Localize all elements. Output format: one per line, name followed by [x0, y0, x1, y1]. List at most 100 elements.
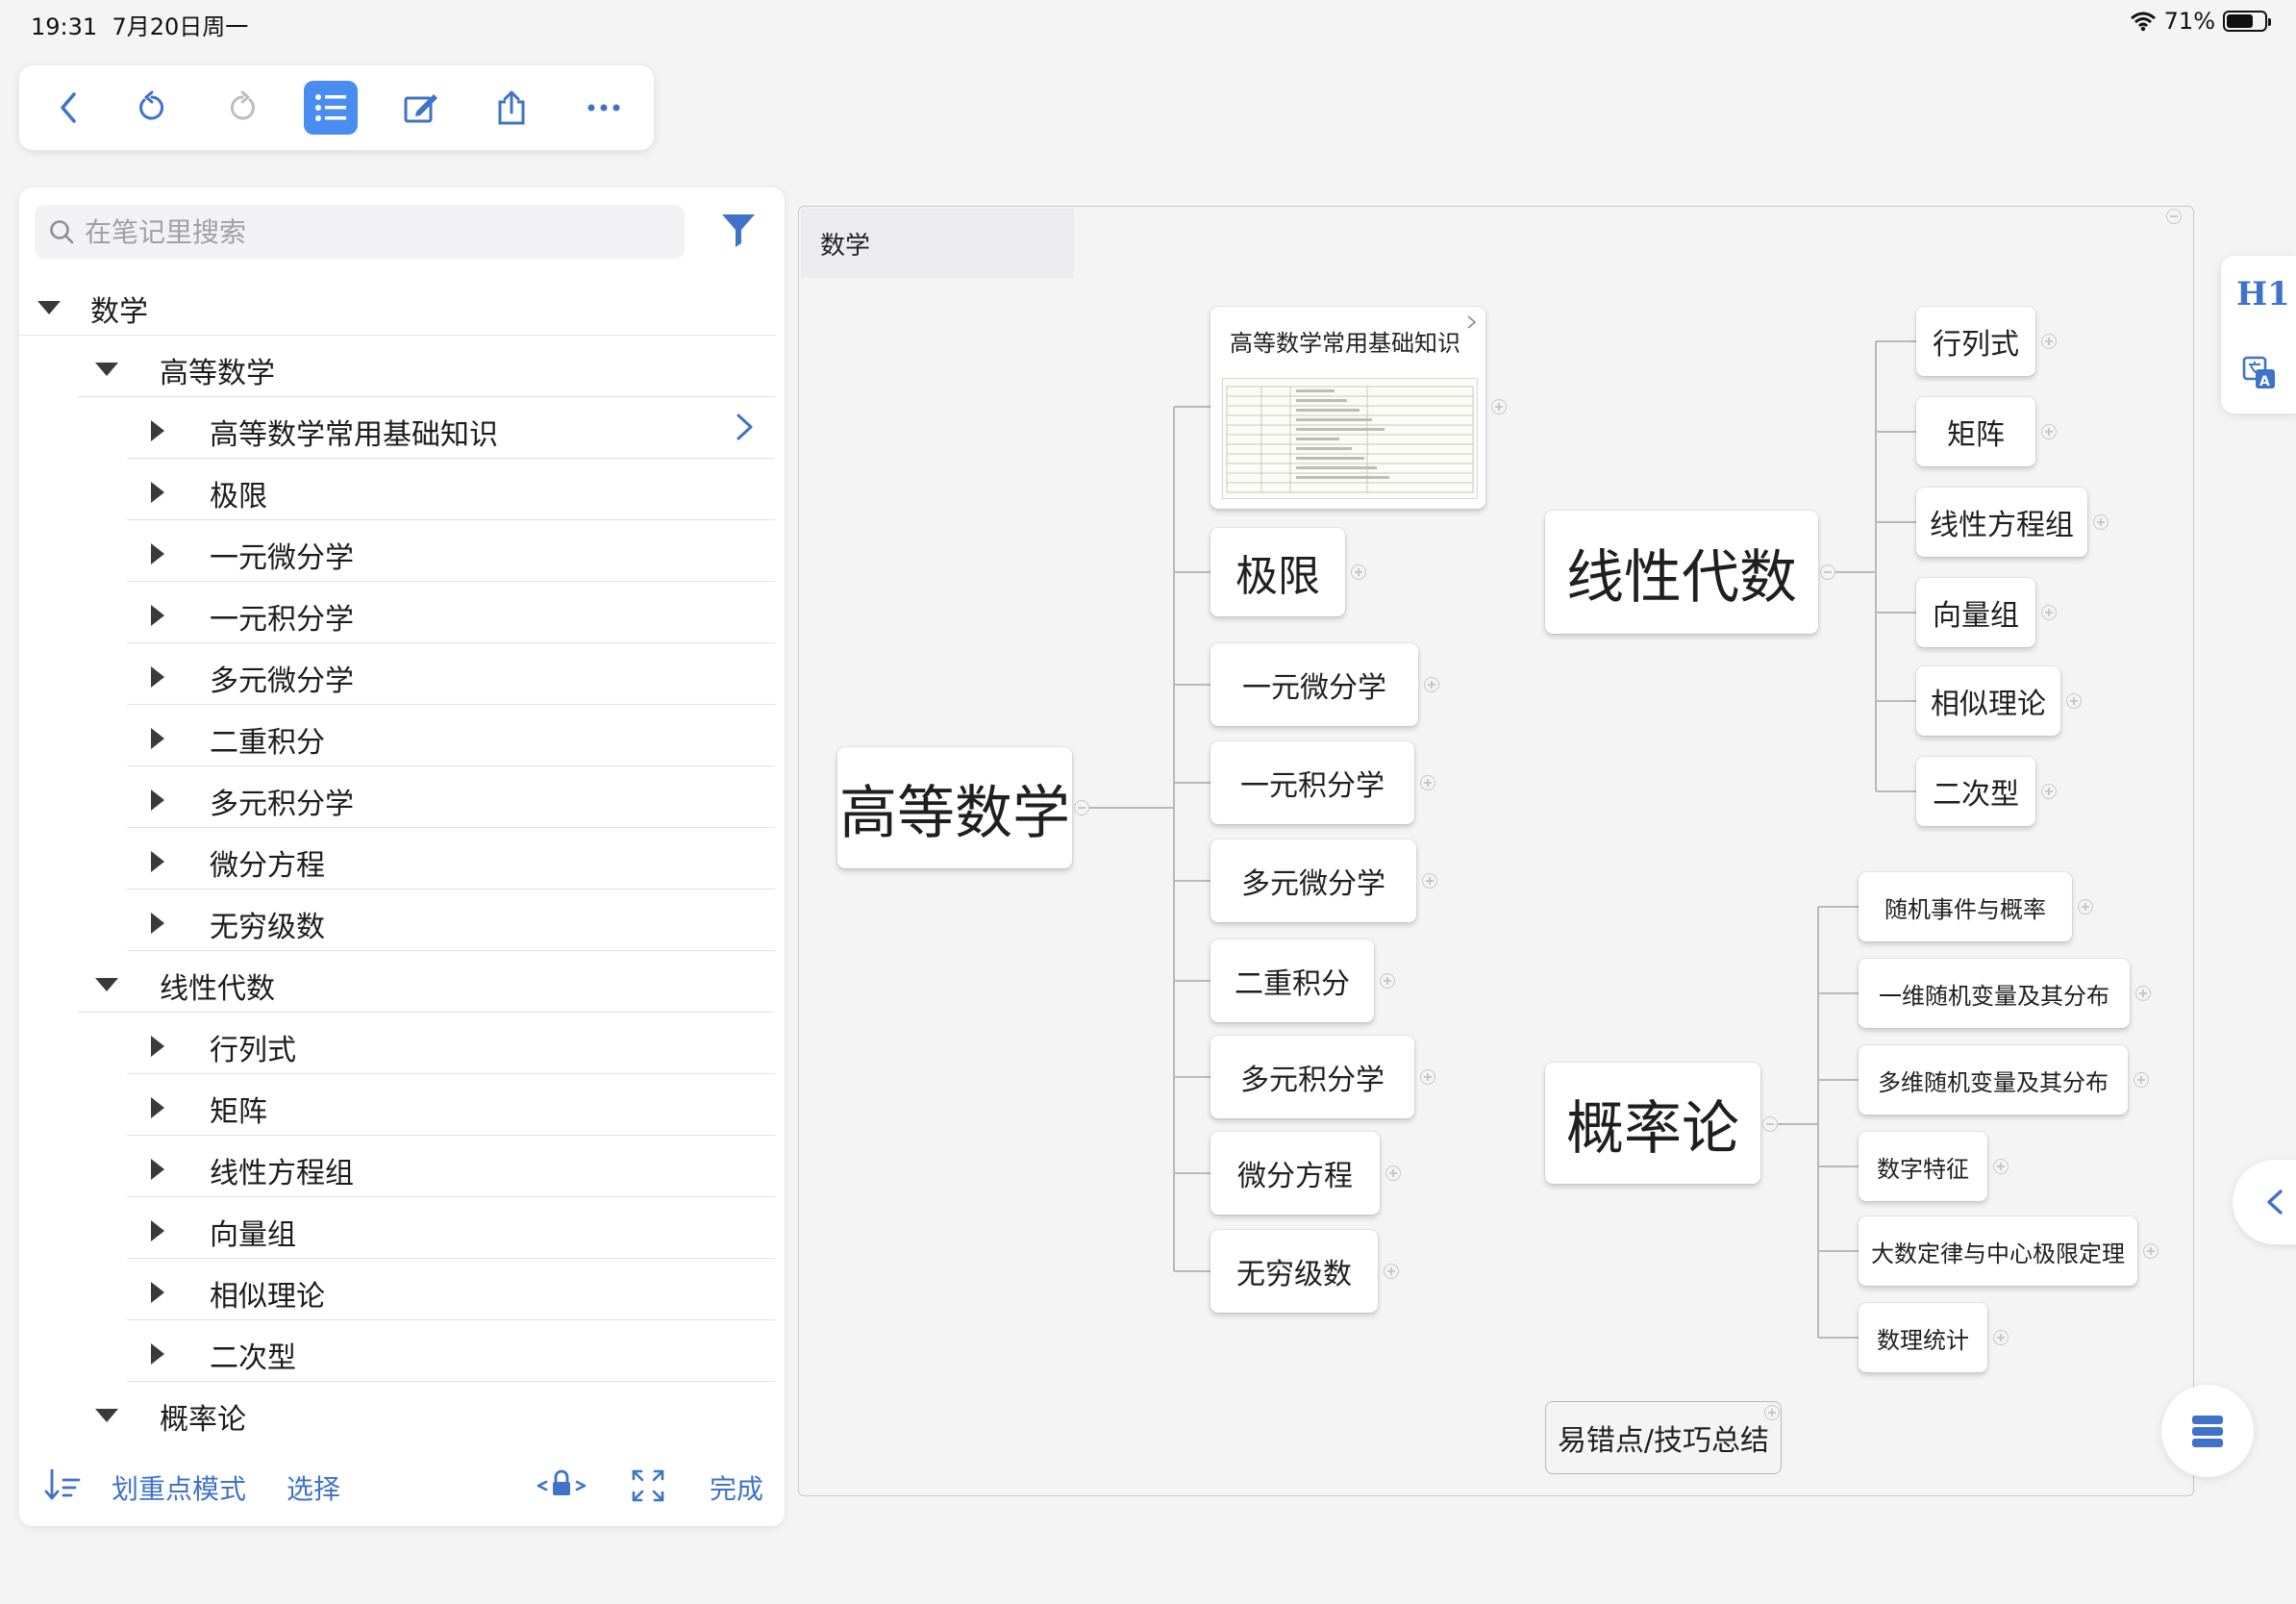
expand-plus-icon[interactable] — [1424, 677, 1439, 692]
expand-plus-icon[interactable] — [1385, 1165, 1401, 1181]
tree-row[interactable]: 多元微分学 — [127, 643, 775, 705]
storage-button[interactable] — [2161, 1385, 2254, 1477]
expand-plus-icon[interactable] — [1384, 1264, 1399, 1279]
more-button[interactable] — [577, 81, 631, 135]
mindmap-node-gaoshu-child[interactable]: 多元微分学 — [1210, 840, 1416, 922]
mindmap-node-gailv-child[interactable]: 随机事件与概率 — [1859, 872, 2072, 941]
tree-row[interactable]: 微分方程 — [127, 828, 775, 890]
mindmap-node-xiandai-child[interactable]: 矩阵 — [1916, 397, 2035, 466]
mindmap-node-xiandai-child[interactable]: 向量组 — [1916, 578, 2035, 647]
expand-plus-icon[interactable] — [2143, 1243, 2159, 1259]
tree-row[interactable]: 无穷级数 — [127, 890, 775, 951]
triangle-right-icon[interactable] — [144, 1220, 169, 1241]
triangle-right-icon[interactable] — [144, 728, 169, 749]
tree-row[interactable]: 一元微分学 — [127, 520, 775, 582]
tree-row[interactable]: 概率论 — [77, 1382, 775, 1443]
mindmap-node-gailv-child[interactable]: 数理统计 — [1859, 1303, 1987, 1372]
triangle-right-icon[interactable] — [144, 543, 169, 564]
tree-row[interactable]: 二重积分 — [127, 705, 775, 766]
tree-row[interactable]: 二次型 — [127, 1320, 775, 1382]
triangle-right-icon[interactable] — [144, 789, 169, 811]
triangle-right-icon[interactable] — [144, 1159, 169, 1180]
expand-plus-icon[interactable] — [1380, 973, 1395, 989]
triangle-right-icon[interactable] — [144, 605, 169, 626]
search-box[interactable] — [35, 205, 685, 259]
triangle-down-icon[interactable] — [94, 974, 119, 995]
expand-plus-icon[interactable] — [1993, 1330, 2009, 1345]
select-button[interactable]: 选择 — [287, 1468, 340, 1507]
highlight-mode-button[interactable]: 划重点模式 — [112, 1468, 246, 1507]
tree-row[interactable]: 一元积分学 — [127, 582, 775, 643]
mindmap-canvas[interactable]: 数学 高等数学 高等数学常用基础知识 极限 一元微分学 一元积分学 多元微分学 二重积分 多元… — [798, 206, 2194, 1496]
mindmap-node-gaoshu-child[interactable]: 多元积分学 — [1210, 1036, 1414, 1118]
tree-row[interactable]: 高等数学 — [77, 336, 775, 397]
mindmap-node-gailv-child[interactable]: 大数定律与中心极限定理 — [1859, 1216, 2137, 1286]
triangle-right-icon[interactable] — [144, 420, 169, 441]
mindmap-node-gaoshu-child[interactable]: 无穷级数 — [1210, 1230, 1378, 1313]
expand-plus-icon[interactable] — [2041, 334, 2057, 349]
collapse-minus-icon[interactable] — [1762, 1116, 1778, 1132]
collapse-minus-icon[interactable] — [1820, 564, 1835, 580]
search-input[interactable] — [83, 214, 663, 249]
mindmap-node-gailv-child[interactable]: 多维随机变量及其分布 — [1859, 1045, 2128, 1115]
expand-plus-icon[interactable] — [2078, 899, 2093, 915]
triangle-down-icon[interactable] — [37, 297, 62, 318]
triangle-right-icon[interactable] — [144, 851, 169, 872]
tree-row[interactable]: 行列式 — [127, 1013, 775, 1074]
expand-plus-icon[interactable] — [1764, 1405, 1780, 1420]
chevron-right-icon[interactable] — [735, 413, 756, 441]
mindmap-node-xiandai-child[interactable]: 相似理论 — [1916, 666, 2060, 736]
mindmap-node-xiandai-child[interactable]: 二次型 — [1916, 757, 2035, 826]
triangle-right-icon[interactable] — [144, 1097, 169, 1118]
tree-row[interactable]: 相似理论 — [127, 1259, 775, 1320]
expand-plus-icon[interactable] — [1422, 873, 1437, 889]
expand-plus-icon[interactable] — [1420, 775, 1435, 790]
expand-plus-icon[interactable] — [1420, 1069, 1435, 1085]
collapse-right-button[interactable] — [2233, 1160, 2296, 1244]
fullscreen-icon[interactable] — [631, 1468, 665, 1503]
triangle-right-icon[interactable] — [144, 482, 169, 503]
outline-button[interactable] — [304, 81, 358, 135]
undo-button[interactable] — [125, 81, 179, 135]
mindmap-root-gailv[interactable]: 概率论 — [1545, 1063, 1760, 1184]
expand-plus-icon[interactable] — [2093, 514, 2109, 530]
back-button[interactable] — [42, 81, 96, 135]
mindmap-node-gaoshu-child[interactable]: 一元微分学 — [1210, 643, 1418, 726]
tree-row[interactable]: 极限 — [127, 459, 775, 520]
mindmap-node-gaoshu-child[interactable]: 微分方程 — [1210, 1132, 1380, 1215]
filter-button[interactable] — [719, 211, 760, 251]
expand-plus-icon[interactable] — [2041, 424, 2057, 439]
triangle-right-icon[interactable] — [144, 666, 169, 688]
expand-plus-icon[interactable] — [1491, 399, 1507, 414]
tree-row[interactable]: 线性方程组 — [127, 1136, 775, 1197]
expand-plus-icon[interactable] — [2134, 1072, 2149, 1088]
sort-icon[interactable] — [44, 1466, 81, 1503]
mindmap-node-gaoshu-child[interactable]: 极限 — [1210, 528, 1345, 616]
triangle-right-icon[interactable] — [144, 1282, 169, 1303]
expand-plus-icon[interactable] — [1351, 564, 1366, 580]
triangle-right-icon[interactable] — [144, 1036, 169, 1057]
mindmap-root-gaoshu[interactable]: 高等数学 — [837, 747, 1072, 868]
tree-row[interactable]: 线性代数 — [77, 951, 775, 1013]
share-button[interactable] — [485, 81, 538, 135]
mindmap-node-gailv-child[interactable]: 一维随机变量及其分布 — [1859, 959, 2130, 1028]
mindmap-node-gaoshu-child[interactable]: 一元积分学 — [1210, 741, 1414, 824]
tree-row[interactable]: 多元积分学 — [127, 766, 775, 828]
chevron-right-icon[interactable] — [1466, 314, 1478, 330]
triangle-right-icon[interactable] — [144, 913, 169, 934]
expand-plus-icon[interactable] — [2066, 693, 2082, 709]
tree-row[interactable]: 数学 — [19, 274, 775, 336]
expand-plus-icon[interactable] — [1993, 1159, 2009, 1174]
expand-plus-icon[interactable] — [2041, 605, 2057, 620]
expand-plus-icon[interactable] — [2041, 784, 2057, 799]
done-button[interactable]: 完成 — [710, 1468, 763, 1507]
expand-plus-icon[interactable] — [2135, 986, 2151, 1001]
tree-row[interactable]: 矩阵 — [127, 1074, 775, 1136]
collapse-minus-icon[interactable] — [1074, 800, 1089, 815]
mindmap-node-xiandai-child[interactable]: 线性方程组 — [1916, 488, 2087, 557]
triangle-down-icon[interactable] — [94, 1405, 119, 1426]
triangle-right-icon[interactable] — [144, 1343, 169, 1365]
mindmap-node-gailv-child[interactable]: 数字特征 — [1859, 1132, 1987, 1201]
lock-drag-icon[interactable] — [535, 1468, 588, 1501]
mindmap-node-gaoshu-child[interactable]: 二重积分 — [1210, 940, 1374, 1022]
